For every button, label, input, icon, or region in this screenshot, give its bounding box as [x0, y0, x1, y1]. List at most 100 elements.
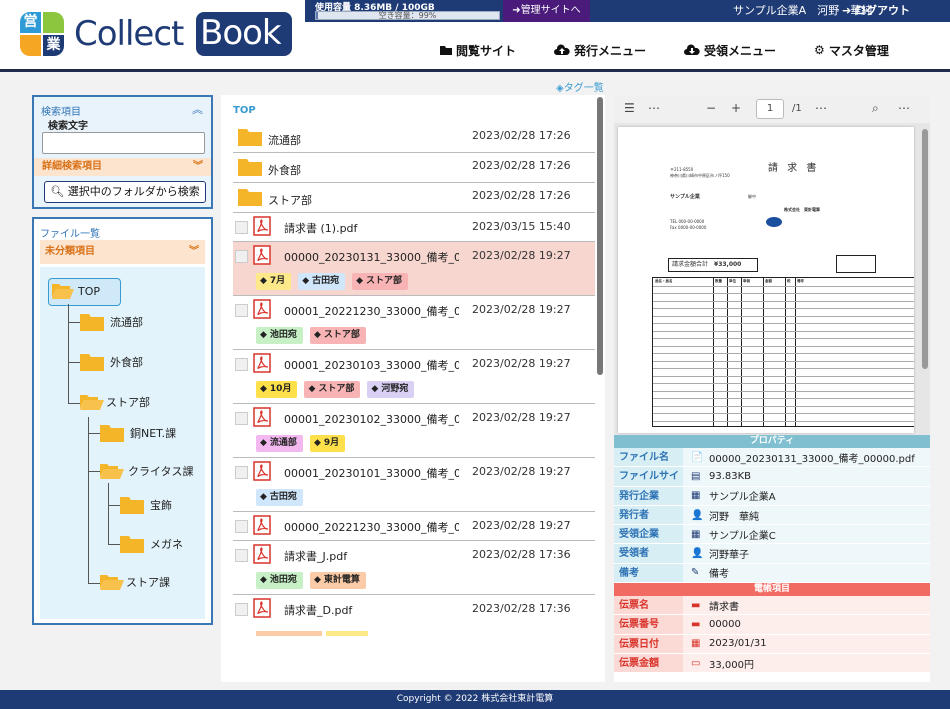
tag-label: 古田宛 [312, 276, 340, 286]
tag-chip[interactable]: ◆ 東計電算 [309, 572, 366, 589]
table-row-line [653, 300, 914, 302]
tree-line [68, 304, 69, 404]
tag-chip[interactable]: ◆ 10月 [256, 381, 298, 398]
tree-node-hoshoku[interactable]: 宝飾 [120, 496, 172, 514]
tree-node-dounet[interactable]: 銅NET.課 [100, 424, 176, 442]
invoice-address: 神奈川県川崎市中原区市ノ坪150 [670, 173, 730, 178]
tree-node-store[interactable]: ストア部 [80, 393, 150, 411]
pdf-icon [253, 544, 271, 564]
more-icon[interactable]: ⋯ [815, 101, 827, 115]
file-name: 請求書 (1).pdf [284, 222, 358, 235]
nav-issue[interactable]: 発行メニュー [554, 40, 646, 60]
file-date: 2023/02/28 19:27 [472, 249, 571, 262]
file-checkbox[interactable] [235, 304, 248, 317]
logo-text-book: Book [196, 12, 292, 56]
tag-label: 9月 [323, 438, 340, 448]
tree-node-megane[interactable]: メガネ [120, 535, 183, 553]
invoice-table: 品名・品名 数量 単位 単価 金額 税 備考 [652, 277, 914, 427]
file-name: 00000_20230131_33000_備考_00… [284, 251, 459, 264]
file-row[interactable]: 00000_20230131_33000_備考_00… 2023/02/28 1… [233, 242, 595, 296]
tag-chip[interactable]: ◆ ストア部 [309, 327, 366, 344]
file-list-scrollbar[interactable] [597, 97, 603, 375]
property-value: サンプル企業C [709, 530, 776, 542]
zoom-in-icon[interactable]: + [731, 101, 741, 115]
tag-chip[interactable]: ◆ ストア部 [304, 381, 361, 398]
table-header: 備考 [797, 279, 804, 283]
file-tags: ◆ 7月 ◆ 古田宛 ◆ ストア部 [256, 273, 415, 290]
table-header: 税 [787, 279, 791, 283]
nav-browse[interactable]: 閲覧サイト [440, 40, 516, 60]
search-button-label: 選択中のフォルダから検索 [67, 185, 200, 198]
tree-node-top[interactable]: TOP [52, 282, 100, 300]
file-row[interactable]: 00000_20221230_33000_備考_00… 2023/02/28 1… [233, 512, 595, 541]
folder-icon [100, 425, 124, 442]
search-icon[interactable]: ⌕ [872, 101, 879, 116]
tag-list-link[interactable]: ◈タグ一覧 [556, 79, 604, 94]
file-checkbox[interactable] [235, 603, 248, 616]
search-input[interactable] [42, 132, 205, 154]
tree-node-label: 外食部 [110, 356, 143, 369]
tree-node-storeka[interactable]: ストア課 [100, 573, 170, 591]
zoom-out-icon[interactable]: − [706, 101, 716, 115]
tag-chip[interactable]: ◆ 河野宛 [367, 381, 415, 398]
table-row-line [653, 315, 914, 317]
nav-receive[interactable]: 受領メニュー [684, 40, 776, 60]
tree-node-ryutsu[interactable]: 流通部 [80, 313, 143, 331]
file-checkbox[interactable] [235, 358, 248, 371]
admin-site-link[interactable]: ➜管理サイトへ [503, 0, 590, 22]
property-key: 備考 [614, 563, 683, 583]
nav-master[interactable]: ⚙ マスタ管理 [814, 40, 889, 60]
file-row[interactable]: 請求書_J.pdf 2023/02/28 17:36 ◆ 池田宛 ◆ 東計電算 [233, 541, 595, 595]
folder-row[interactable]: 外食部 2023/02/28 17:26 [233, 153, 595, 183]
file-checkbox[interactable] [235, 221, 248, 234]
folder-row[interactable]: ストア部 2023/02/28 17:26 [233, 183, 595, 213]
tag-chip[interactable]: ◆ 7月 [256, 273, 292, 290]
advanced-search-toggle[interactable]: 詳細検索項目 ︾ [34, 158, 211, 176]
viewer-scrollbar[interactable] [920, 123, 930, 435]
unclassified-toggle[interactable]: 未分類項目 ︾ [40, 240, 205, 264]
more-icon[interactable]: ⋯ [898, 101, 910, 115]
tag-chip[interactable]: ◆ 流通部 [256, 435, 303, 452]
property-value: 00000_20230131_33000_備考_00000.pdf [709, 453, 915, 465]
collectbook-logo[interactable]: 営 業 Collect Book [20, 10, 292, 60]
file-row[interactable]: 00001_20221230_33000_備考_00… 2023/02/28 1… [233, 296, 595, 350]
tag-chip[interactable]: ◆ 古田宛 [256, 489, 303, 506]
file-row[interactable]: 請求書 (1).pdf 2023/03/15 15:40 [233, 213, 595, 242]
file-row[interactable]: 00001_20230101_33000_備考_00… 2023/02/28 1… [233, 458, 595, 512]
chevron-up-icon[interactable]: ︽ [192, 101, 203, 117]
storage-bar: 空き容量：99% [315, 11, 500, 20]
folder-row[interactable]: 流通部 2023/02/28 17:26 [233, 123, 595, 153]
folder-name: ストア部 [268, 194, 312, 207]
tag-chip[interactable]: ◆ 9月 [309, 435, 346, 452]
file-checkbox[interactable] [235, 466, 248, 479]
tag-chip[interactable]: ◆ ストア部 [352, 273, 409, 290]
file-row[interactable]: 00001_20230103_33000_備考_00… 2023/02/28 1… [233, 350, 595, 404]
logout-button[interactable]: ➜ ログアウト [842, 0, 910, 22]
file-browser: TOP 流通部 2023/02/28 17:26 外食部 2023/02/28 … [221, 95, 605, 682]
more-icon[interactable]: ⋯ [648, 101, 660, 115]
outline-icon[interactable]: ☰ [624, 101, 635, 115]
search-in-folder-button[interactable]: 🔍︎ 選択中のフォルダから検索 [44, 181, 206, 203]
file-checkbox[interactable] [235, 520, 248, 533]
file-row[interactable]: 00001_20230102_33000_備考_00… 2023/02/28 1… [233, 404, 595, 458]
breadcrumb[interactable]: TOP [233, 105, 256, 116]
file-name: 00001_20230103_33000_備考_00… [284, 359, 459, 372]
file-list-panel: ファイル一覧 未分類項目 ︾ TOP 流通部 外食部 ストア部 銅NET.課 クラ… [32, 217, 213, 625]
tree-node-gaishoku[interactable]: 外食部 [80, 353, 143, 371]
tag-icon: ◆ [302, 276, 310, 286]
viewer-scrollbar-thumb[interactable] [922, 129, 928, 369]
folder-open-icon [80, 395, 104, 410]
property-row: 備考 ✎ 備考 [614, 563, 930, 584]
table-row-line [653, 390, 914, 392]
file-checkbox[interactable] [235, 412, 248, 425]
file-tags: ◆ 10月 ◆ ストア部 ◆ 河野宛 [256, 381, 421, 398]
file-checkbox[interactable] [235, 549, 248, 562]
tree-node-kuraitasu[interactable]: クライタス課 [100, 462, 194, 480]
tag-chip[interactable]: ◆ 古田宛 [298, 273, 346, 290]
pdf-icon [253, 461, 271, 481]
tag-chip[interactable]: ◆ 池田宛 [256, 572, 303, 589]
tag-chip[interactable]: ◆ 池田宛 [256, 327, 303, 344]
ledger-row: 伝票日付 ▦ 2023/01/31 [614, 634, 930, 654]
file-checkbox[interactable] [235, 250, 248, 263]
page-number-input[interactable]: 1 [756, 99, 784, 119]
